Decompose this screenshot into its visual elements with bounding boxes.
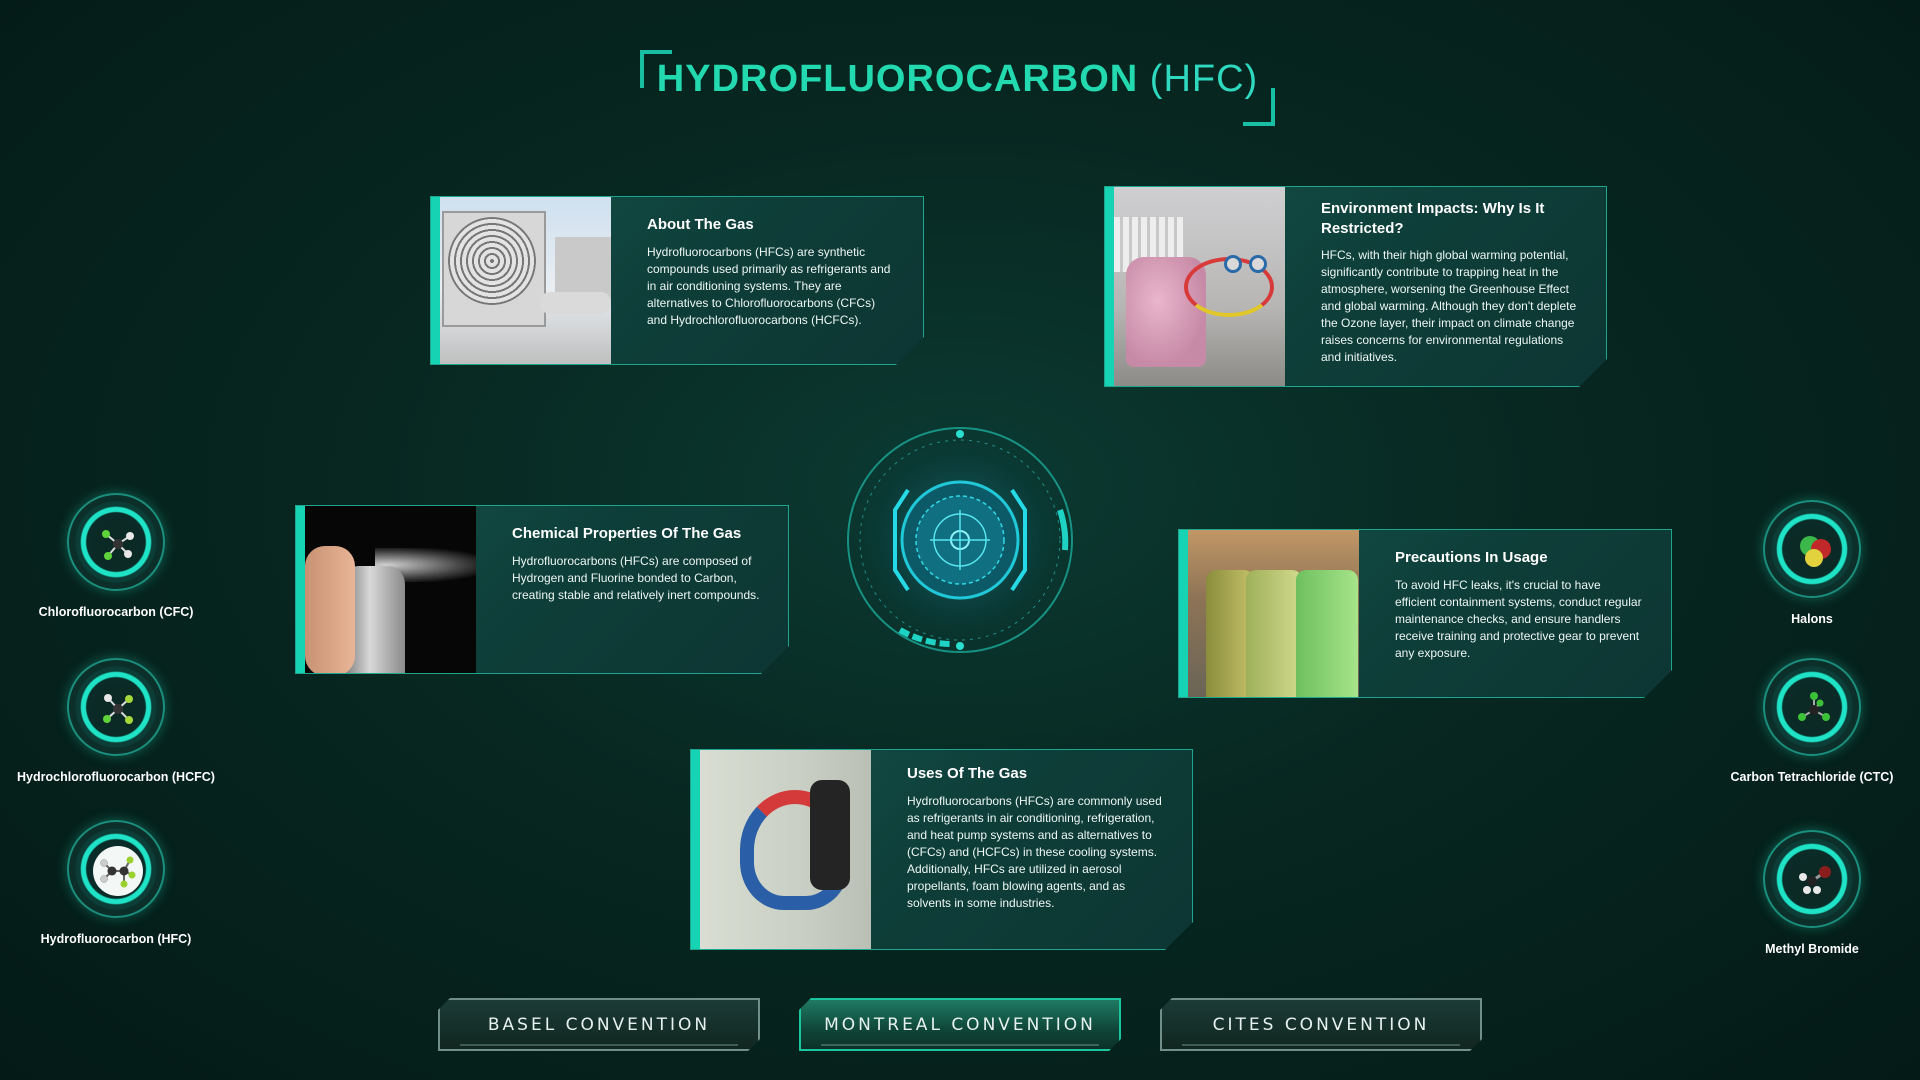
gas-label: Chlorofluorocarbon (CFC) <box>38 605 194 619</box>
page-title: HYDROFLUOROCARBON (HFC) <box>640 58 1275 101</box>
card-title: Precautions In Usage <box>1395 549 1548 566</box>
button-label: BASEL CONVENTION <box>487 1014 711 1035</box>
gas-item-methyl-bromide[interactable]: Methyl Bromide <box>1712 830 1912 957</box>
card-text: Hydrofluorocarbons (HFCs) are synthetic … <box>647 244 891 327</box>
montreal-convention-button[interactable]: MONTREAL CONVENTION <box>799 998 1121 1051</box>
basel-convention-button[interactable]: BASEL CONVENTION <box>438 998 760 1051</box>
hfc-molecule-icon <box>67 820 165 918</box>
gas-canisters-image <box>1188 530 1359 697</box>
page-title-main: HYDROFLUOROCARBON <box>656 58 1139 100</box>
gas-item-hcfc[interactable]: Hydrochlorofluorocarbon (HCFC) <box>16 658 216 785</box>
ctc-molecule-icon <box>1763 658 1861 756</box>
card-uses-of-the-gas: Uses Of The Gas Hydrofluorocarbons (HFCs… <box>690 749 1193 950</box>
hcfc-molecule-icon <box>67 658 165 756</box>
card-text: To avoid HFC leaks, it's crucial to have… <box>1395 577 1642 660</box>
button-label: MONTREAL CONVENTION <box>824 1014 1096 1035</box>
card-text: Hydrofluorocarbons (HFCs) are composed o… <box>512 553 760 602</box>
gas-item-cfc[interactable]: Chlorofluorocarbon (CFC) <box>16 493 216 620</box>
gas-item-halons[interactable]: Halons <box>1712 500 1912 627</box>
cfc-molecule-icon <box>67 493 165 591</box>
card-precautions: Precautions In Usage To avoid HFC leaks,… <box>1178 529 1672 698</box>
card-chemical-properties: Chemical Properties Of The Gas Hydrofluo… <box>295 505 789 674</box>
gas-label: Carbon Tetrachloride (CTC) <box>1730 770 1894 784</box>
gas-item-ctc[interactable]: Carbon Tetrachloride (CTC) <box>1712 658 1912 785</box>
card-environment-impacts: Environment Impacts: Why Is It Restricte… <box>1104 186 1607 387</box>
card-title: Chemical Properties Of The Gas <box>512 525 742 542</box>
card-title: Environment Impacts: Why Is It Restricte… <box>1321 200 1545 237</box>
card-title: About The Gas <box>647 216 754 233</box>
methyl-bromide-molecule-icon <box>1763 830 1861 928</box>
page-title-block: HYDROFLUOROCARBON (HFC) <box>640 50 1275 126</box>
card-about-the-gas: About The Gas Hydrofluorocarbons (HFCs) … <box>430 196 924 365</box>
card-text: HFCs, with their high global warming pot… <box>1321 248 1577 364</box>
refrigerant-tank-image <box>1114 187 1285 386</box>
page-title-abbr: (HFC) <box>1149 58 1259 100</box>
card-title: Uses Of The Gas <box>907 765 1028 782</box>
foam-spray-image <box>700 750 871 949</box>
cites-convention-button[interactable]: CITES CONVENTION <box>1160 998 1482 1051</box>
aerosol-spray-image <box>305 506 476 673</box>
central-hud-icon <box>842 422 1078 658</box>
gas-label: Halons <box>1791 612 1833 626</box>
button-label: CITES CONVENTION <box>1212 1014 1430 1035</box>
card-text: Hydrofluorocarbons (HFCs) are commonly u… <box>907 793 1162 910</box>
halons-molecule-icon <box>1763 500 1861 598</box>
air-conditioner-image <box>440 197 611 364</box>
gas-label: Hydrofluorocarbon (HFC) <box>40 932 192 946</box>
gas-label: Methyl Bromide <box>1765 942 1859 956</box>
gas-label: Hydrochlorofluorocarbon (HCFC) <box>17 770 215 784</box>
gas-item-hfc[interactable]: Hydrofluorocarbon (HFC) <box>16 820 216 947</box>
